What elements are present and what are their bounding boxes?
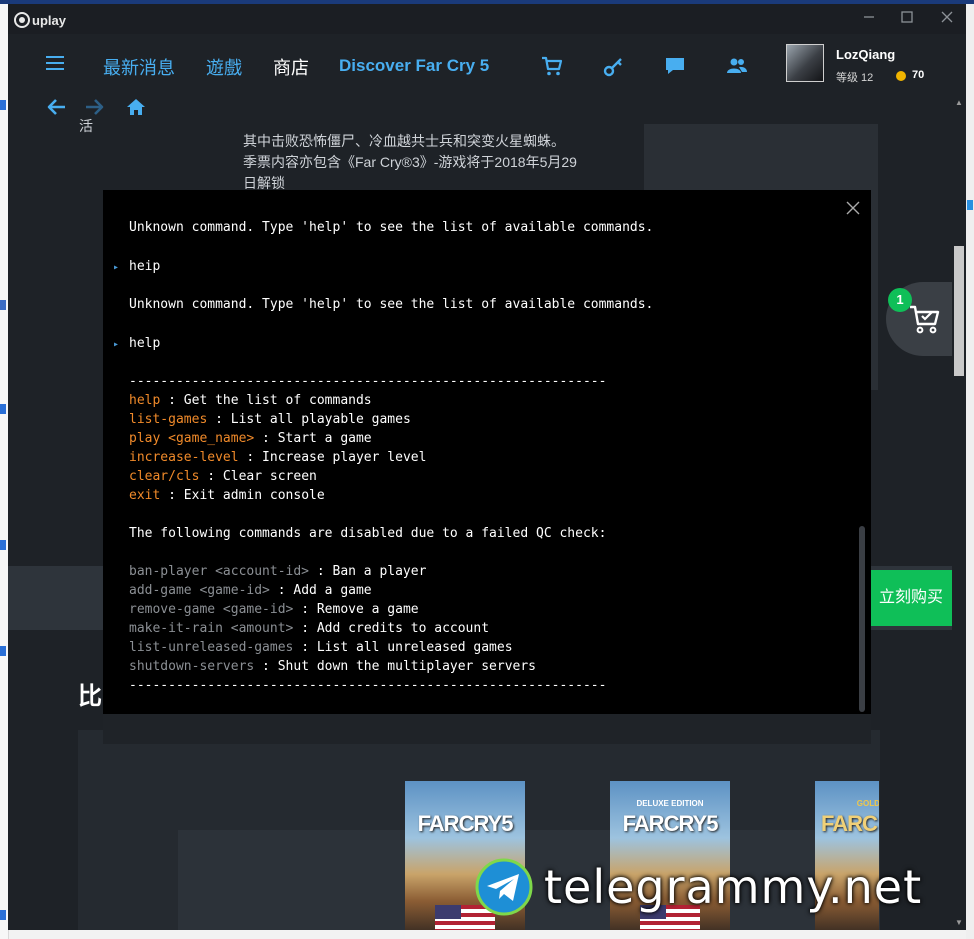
command-row: clear/cls : Clear screen bbox=[129, 469, 317, 484]
command-name: exit bbox=[129, 488, 161, 503]
command-desc: : Shut down the multiplayer servers bbox=[254, 659, 536, 674]
background-window-right-edge bbox=[966, 4, 974, 939]
telegram-logo-icon bbox=[475, 858, 533, 916]
command-desc: : Clear screen bbox=[199, 469, 317, 484]
maximize-button[interactable] bbox=[894, 8, 920, 30]
description-line: 其中击败恐怖僵尸、冷血越共士兵和突变火星蜘蛛。 bbox=[243, 133, 565, 149]
cover-title: FARCRY5 bbox=[622, 811, 719, 836]
maximize-icon bbox=[901, 11, 913, 23]
uplay-logo: uplay bbox=[14, 10, 66, 30]
scroll-down-icon[interactable]: ▼ bbox=[952, 916, 966, 930]
cover-title: FARCRY5 bbox=[417, 811, 514, 836]
command-desc: : Get the list of commands bbox=[160, 393, 372, 408]
admin-console-dialog: Unknown command. Type 'help' to see the … bbox=[103, 190, 871, 744]
minimize-button[interactable] bbox=[856, 8, 882, 30]
command-name: add-game <game-id> bbox=[129, 583, 270, 598]
tab-news[interactable]: 最新消息 bbox=[103, 54, 175, 80]
command-name: clear/cls bbox=[129, 469, 200, 484]
command-name: increase-level bbox=[129, 450, 239, 465]
disabled-command-row: shutdown-servers : Shut down the multipl… bbox=[129, 659, 536, 674]
console-input-line: heip bbox=[129, 259, 161, 274]
user-level: 等级 12 bbox=[836, 72, 874, 84]
disabled-heading: The following commands are disabled due … bbox=[129, 526, 607, 541]
uplay-logo-text: uplay bbox=[32, 12, 66, 28]
buy-now-button[interactable]: 立刻购买 bbox=[856, 570, 966, 626]
disabled-command-row: add-game <game-id> : Add a game bbox=[129, 583, 372, 598]
disabled-command-row: remove-game <game-id> : Remove a game bbox=[129, 602, 419, 617]
close-window-button[interactable] bbox=[934, 8, 960, 30]
command-row: exit : Exit admin console bbox=[129, 488, 325, 503]
console-output: Unknown command. Type 'help' to see the … bbox=[103, 190, 853, 693]
disabled-command-row: make-it-rain <amount> : Add credits to a… bbox=[129, 621, 489, 636]
uplay-logo-icon bbox=[14, 12, 30, 28]
command-desc: : Add credits to account bbox=[293, 621, 490, 636]
main-nav: 最新消息 遊戲 商店 Discover Far Cry 5 LozQiang 等… bbox=[8, 34, 966, 96]
title-bar: uplay bbox=[8, 4, 966, 34]
compare-editions-title: 比 bbox=[78, 683, 102, 710]
command-desc: : Add a game bbox=[269, 583, 372, 598]
tab-games[interactable]: 遊戲 bbox=[206, 54, 242, 80]
disabled-command-row: ban-player <account-id> : Ban a player bbox=[129, 564, 426, 579]
command-desc: : List all playable games bbox=[207, 412, 411, 427]
command-desc: : Increase player level bbox=[238, 450, 427, 465]
command-name: ban-player <account-id> bbox=[129, 564, 310, 579]
command-name: make-it-rain <amount> bbox=[129, 621, 294, 636]
user-credits: 70 bbox=[912, 69, 925, 81]
command-name: list-games bbox=[129, 412, 208, 427]
command-name: help bbox=[129, 393, 161, 408]
command-name: list-unreleased-games bbox=[129, 640, 294, 655]
forward-arrow-icon[interactable] bbox=[84, 96, 106, 118]
console-input-line: help bbox=[129, 336, 161, 351]
description-side-text: 活 bbox=[79, 118, 93, 134]
command-desc: : Start a game bbox=[254, 431, 372, 446]
cover-edition-label: GOLD ED bbox=[856, 799, 879, 808]
cart-icon bbox=[910, 305, 940, 334]
console-input-bar[interactable] bbox=[103, 714, 871, 744]
command-row: help : Get the list of commands bbox=[129, 393, 372, 408]
chat-icon[interactable] bbox=[663, 54, 687, 78]
command-desc: : List all unreleased games bbox=[293, 640, 513, 655]
watermark: telegrammy.net bbox=[474, 852, 922, 922]
disabled-command-row: list-unreleased-games : List all unrelea… bbox=[129, 640, 513, 655]
command-row: increase-level : Increase player level bbox=[129, 450, 426, 465]
scroll-up-icon[interactable]: ▲ bbox=[952, 96, 966, 110]
key-icon[interactable] bbox=[602, 54, 626, 78]
prompt-icon: ▸ bbox=[113, 262, 120, 273]
prompt-icon: ▸ bbox=[113, 339, 120, 350]
cover-edition-label: DELUXE EDITION bbox=[636, 799, 704, 808]
tab-shop[interactable]: 商店 bbox=[273, 54, 309, 80]
product-description: 其中击败恐怖僵尸、冷血越共士兵和突变火星蜘蛛。 季票内容亦包含《Far Cry®… bbox=[243, 110, 643, 194]
command-name: shutdown-servers bbox=[129, 659, 255, 674]
friends-icon[interactable] bbox=[725, 54, 749, 78]
command-name: remove-game <game-id> bbox=[129, 602, 294, 617]
command-name: play <game_name> bbox=[129, 431, 255, 446]
page-scrollbar[interactable]: ▲ ▼ bbox=[952, 96, 966, 930]
watermark-text: telegrammy.net bbox=[544, 860, 923, 914]
console-separator: ----------------------------------------… bbox=[129, 678, 607, 693]
command-desc: : Exit admin console bbox=[160, 488, 325, 503]
uplay-window: uplay 最新消息 遊戲 商店 Discover Far Cry 5 LozQ… bbox=[8, 4, 966, 930]
back-arrow-icon[interactable] bbox=[45, 96, 67, 118]
avatar[interactable] bbox=[786, 44, 824, 82]
tab-discover-far-cry-5[interactable]: Discover Far Cry 5 bbox=[339, 56, 489, 76]
console-separator: ----------------------------------------… bbox=[129, 374, 607, 389]
command-row: play <game_name> : Start a game bbox=[129, 431, 372, 446]
cart-icon[interactable] bbox=[540, 54, 564, 78]
description-line: 季票内容亦包含《Far Cry®3》-游戏将于2018年5月29 bbox=[243, 154, 577, 170]
minimize-icon bbox=[864, 16, 874, 18]
console-error-line: Unknown command. Type 'help' to see the … bbox=[129, 220, 654, 235]
coin-icon bbox=[896, 71, 906, 81]
command-desc: : Remove a game bbox=[293, 602, 419, 617]
close-icon bbox=[941, 11, 953, 23]
command-row: list-games : List all playable games bbox=[129, 412, 411, 427]
command-desc: : Ban a player bbox=[309, 564, 427, 579]
menu-icon[interactable] bbox=[46, 56, 64, 70]
home-icon[interactable] bbox=[125, 96, 147, 118]
username[interactable]: LozQiang bbox=[836, 47, 895, 62]
console-error-line: Unknown command. Type 'help' to see the … bbox=[129, 297, 654, 312]
cover-title: FARC bbox=[821, 811, 878, 836]
scrollbar-thumb[interactable] bbox=[954, 246, 964, 376]
console-scrollbar-thumb[interactable] bbox=[859, 526, 865, 712]
cart-count-badge: 1 bbox=[888, 288, 912, 312]
